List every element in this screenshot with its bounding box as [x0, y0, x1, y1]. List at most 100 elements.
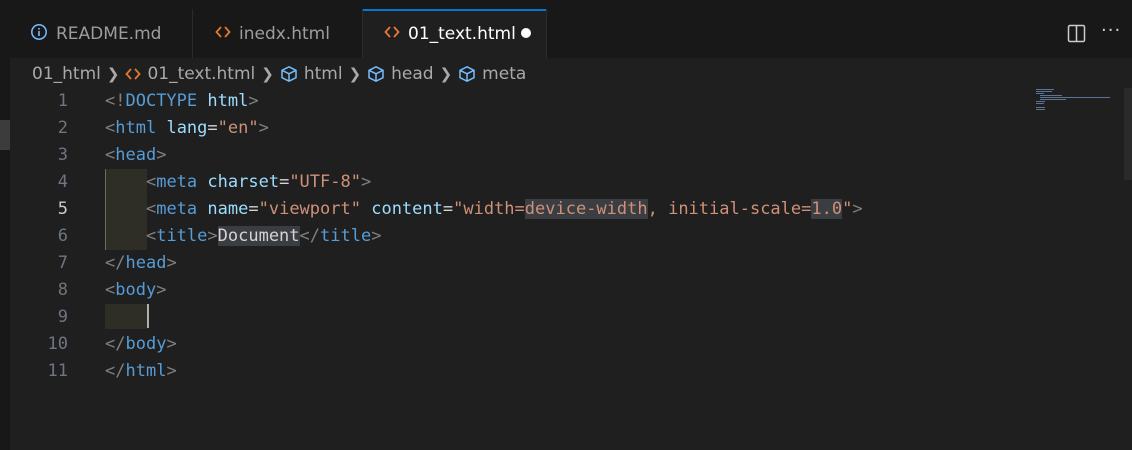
code-token: <	[105, 145, 116, 165]
code-token: "width=	[453, 199, 525, 219]
symbol-cube-icon	[367, 65, 385, 83]
minimap[interactable]	[1032, 88, 1112, 118]
code-token: =	[248, 199, 259, 219]
minimap-line	[1036, 89, 1054, 90]
overview-ruler[interactable]	[1124, 88, 1132, 180]
code-token: head	[125, 253, 167, 273]
code-token: =	[207, 118, 218, 138]
code-line[interactable]: 10 </body>	[10, 331, 1110, 358]
code-token: title	[320, 226, 372, 246]
breadcrumb-folder[interactable]: 01_html	[32, 64, 101, 84]
minimap-line	[1036, 93, 1044, 94]
code-line[interactable]: 7 </head>	[10, 250, 1110, 277]
code-token: title	[156, 226, 208, 246]
code-line[interactable]: 8 <body>	[10, 277, 1110, 304]
html-code-icon	[125, 66, 142, 82]
scroll-marker	[0, 120, 10, 150]
code-text: </html>	[105, 358, 177, 385]
line-number: 10	[47, 334, 68, 354]
code-token: meta	[156, 199, 198, 219]
code-token: html	[207, 91, 249, 111]
code-token: , initial-scale=	[647, 199, 812, 219]
code-line[interactable]: 1 <!DOCTYPE html>	[10, 88, 1110, 115]
chevron-right-icon: ❯	[439, 65, 453, 83]
code-token: "	[842, 199, 853, 219]
line-number: 8	[57, 280, 68, 300]
code-text: </body>	[105, 331, 177, 358]
tab-readme[interactable]: README.md	[10, 9, 193, 58]
breadcrumb-file[interactable]: 01_text.html	[125, 64, 255, 84]
breadcrumb: 01_html ❯ 01_text.html ❯ html ❯ head ❯ m…	[10, 58, 1132, 90]
code-token: >	[156, 145, 167, 165]
code-token: >	[258, 118, 269, 138]
code-token: head	[115, 145, 157, 165]
code-line[interactable]: 4 <meta charset="UTF-8">	[10, 169, 1110, 196]
code-token: body	[115, 280, 157, 300]
code-token: >	[166, 253, 177, 273]
breadcrumb-symbol-head[interactable]: head	[367, 64, 434, 84]
code-text: </head>	[105, 250, 177, 277]
code-token: >	[166, 361, 177, 381]
line-number: 11	[47, 361, 68, 381]
code-text: <body>	[105, 277, 166, 304]
minimap-line	[1040, 97, 1110, 98]
html-code-icon	[215, 24, 231, 44]
code-token: </	[105, 334, 126, 354]
code-token: >	[852, 199, 863, 219]
code-token: <	[145, 172, 157, 192]
breadcrumb-symbol-html[interactable]: html	[280, 64, 343, 84]
tab-label: README.md	[56, 23, 162, 44]
minimap-line	[1036, 109, 1045, 110]
code-token: body	[125, 334, 167, 354]
tab-01-text[interactable]: 01_text.html	[363, 9, 547, 58]
line-number: 6	[57, 226, 68, 246]
code-line[interactable]: 3 <head>	[10, 142, 1110, 169]
code-token: <!	[105, 91, 126, 111]
code-token: </	[299, 226, 321, 246]
code-token: <	[145, 199, 157, 219]
code-text: <meta name="viewport" content="width=dev…	[105, 196, 863, 223]
code-text: <title>Document</title>	[105, 223, 381, 250]
code-line[interactable]: 9	[10, 304, 1110, 331]
line-number: 2	[57, 118, 68, 138]
code-token: >	[360, 172, 372, 192]
symbol-cube-icon	[458, 65, 476, 83]
unsaved-dot-icon[interactable]	[521, 28, 531, 38]
code-line[interactable]: 11 </html>	[10, 358, 1110, 385]
code-token: =	[442, 199, 454, 219]
split-editor-icon[interactable]	[1067, 24, 1086, 47]
breadcrumb-label: 01_html	[32, 64, 101, 84]
breadcrumb-label: head	[391, 64, 434, 84]
code-text: <!DOCTYPE html>	[105, 88, 259, 115]
code-token: >	[166, 334, 177, 354]
title-strip	[0, 0, 1132, 9]
info-icon	[30, 23, 48, 45]
code-token: <	[105, 118, 116, 138]
minimap-line	[1036, 103, 1044, 104]
code-line[interactable]: 2 <html lang="en">	[10, 115, 1110, 142]
tab-label: 01_text.html	[408, 23, 516, 44]
breadcrumb-symbol-meta[interactable]: meta	[458, 64, 526, 84]
minimap-line	[1036, 91, 1052, 92]
tab-inedx[interactable]: inedx.html	[193, 9, 363, 58]
line-number: 7	[57, 253, 68, 273]
minimap-line	[1036, 101, 1045, 102]
line-number: 5	[57, 199, 68, 219]
activity-edge	[0, 9, 10, 450]
code-token: Document	[217, 226, 300, 246]
breadcrumb-label: meta	[482, 64, 527, 84]
code-line[interactable]: 5 <meta name="viewport" content="width=d…	[10, 196, 1110, 223]
code-token: "UTF-8"	[289, 172, 361, 192]
code-editor[interactable]: 1 <!DOCTYPE html> 2 <html lang="en"> 3 <head>…	[10, 88, 1132, 450]
chevron-right-icon: ❯	[348, 65, 362, 83]
line-number: 4	[57, 172, 68, 192]
symbol-cube-icon	[280, 65, 298, 83]
more-actions-icon[interactable]: ···	[1101, 20, 1121, 41]
minimap-line	[1040, 95, 1062, 96]
code-token: <	[145, 226, 157, 246]
code-line[interactable]: 6 <title>Document</title>	[10, 223, 1110, 250]
code-token: >	[371, 226, 382, 246]
